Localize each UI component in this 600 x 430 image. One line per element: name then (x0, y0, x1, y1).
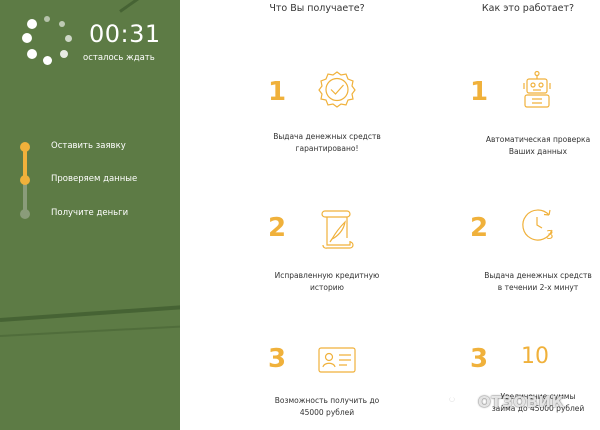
step-label: Получите деньги (51, 208, 129, 218)
clock-three-icon: 3 (522, 209, 554, 242)
step-dot-active (20, 175, 30, 185)
benefit-number: 2 (268, 213, 287, 243)
process-text: Выдача денежных средств в течении 2-х ми… (484, 271, 592, 292)
step-dot-pending (20, 209, 30, 219)
step-label: Проверяем данные (51, 174, 138, 184)
background-streak (119, 0, 180, 13)
process-column-title: Как это работает? (481, 3, 575, 14)
background-streak (0, 304, 180, 322)
guarantee-seal-icon (318, 71, 356, 108)
power-icon (449, 396, 455, 403)
step-dot-done (20, 142, 30, 152)
step-label: Оставить заявку (51, 141, 126, 151)
benefit-number: 3 (268, 344, 287, 374)
benefit-text: Исправленную кредитную историю (274, 271, 380, 292)
progress-sidebar: 00:31 осталось ждать Оставить заявку Про… (0, 0, 180, 430)
id-card-icon (318, 347, 356, 373)
benefit-number: 1 (268, 77, 287, 107)
benefit-text: Возможность получить до 45000 рублей (274, 396, 380, 417)
loading-spinner-icon (22, 16, 74, 68)
scroll-quill-icon (321, 210, 354, 249)
ten-icon: 10 (521, 344, 549, 369)
process-number: 2 (470, 213, 489, 243)
process-number: 3 (470, 344, 489, 374)
timer-caption: осталось ждать (83, 53, 155, 63)
watermark-text: ОТЗОВИК (478, 393, 565, 411)
benefits-column-title: Что Вы получаете? (269, 3, 365, 14)
background-streak (0, 325, 180, 337)
countdown-timer: 00:31 (89, 20, 161, 48)
process-number: 1 (470, 77, 489, 107)
robot-icon (523, 70, 551, 108)
benefit-text: Выдача денежных средств гарантировано! (273, 132, 381, 153)
process-text: Автоматическая проверка Ваших данных (485, 135, 591, 156)
svg-text:3: 3 (546, 228, 554, 242)
